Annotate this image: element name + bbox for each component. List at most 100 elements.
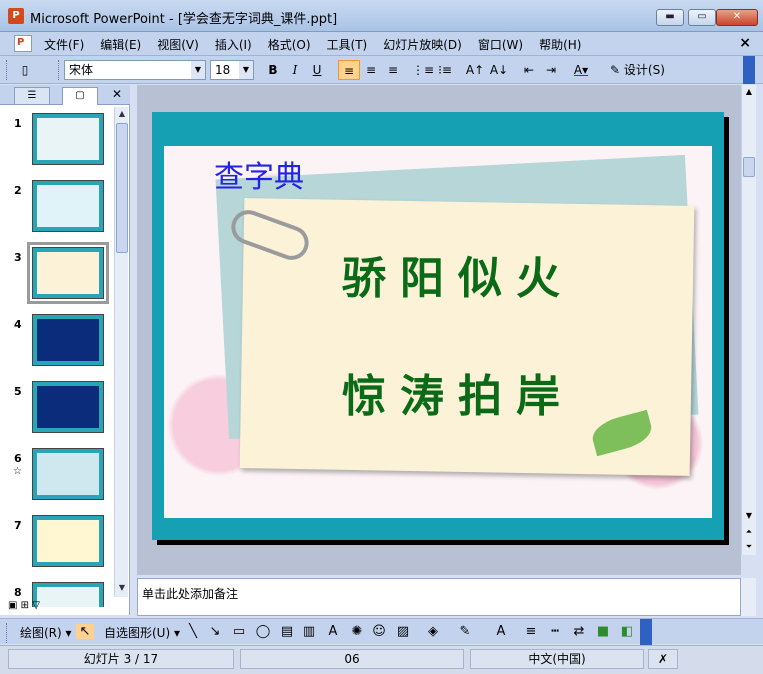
menu-help[interactable]: 帮助(H) bbox=[539, 36, 581, 53]
fill-color-icon[interactable]: ◈ bbox=[424, 624, 442, 639]
menu-tools[interactable]: 工具(T) bbox=[327, 36, 368, 53]
chevron-down-icon[interactable]: ▼ bbox=[191, 61, 205, 79]
thumbnail-row[interactable]: 4 bbox=[0, 308, 112, 368]
slide-thumbnail[interactable] bbox=[32, 314, 104, 366]
menu-window[interactable]: 窗口(W) bbox=[478, 36, 523, 53]
thumbnail-row[interactable]: 1 bbox=[0, 107, 112, 167]
align-left-icon[interactable]: ≡ bbox=[338, 60, 360, 80]
toolbar-options-icon[interactable] bbox=[640, 619, 652, 645]
arrow-icon[interactable]: ↘ bbox=[206, 624, 224, 639]
scroll-up-icon[interactable]: ▲ bbox=[115, 107, 129, 121]
menu-file[interactable]: 文件(F) bbox=[44, 36, 84, 53]
underline-button[interactable]: U bbox=[306, 60, 328, 80]
thumbnail-row[interactable]: 5 bbox=[0, 375, 112, 435]
align-center-icon[interactable]: ≡ bbox=[360, 60, 382, 80]
maximize-button[interactable]: ▭ bbox=[688, 9, 716, 26]
new-document-icon[interactable]: ▯ bbox=[14, 60, 36, 80]
align-right-icon[interactable]: ≡ bbox=[382, 60, 404, 80]
scroll-thumb[interactable] bbox=[743, 157, 755, 177]
toolbar-grip[interactable] bbox=[6, 623, 9, 643]
3d-style-icon[interactable]: ◧ bbox=[618, 624, 636, 639]
slide-title[interactable]: 查字典 bbox=[214, 152, 304, 196]
oval-icon[interactable]: ◯ bbox=[254, 624, 272, 639]
font-name-select[interactable]: 宋体 ▼ bbox=[64, 60, 206, 80]
slide-canvas[interactable]: 查字典 骄阳似火 惊涛拍岸 bbox=[152, 112, 724, 540]
slide-thumbnail[interactable] bbox=[32, 582, 104, 607]
bullets-icon[interactable]: ⁝≡ bbox=[434, 60, 456, 80]
slide-thumbnail[interactable] bbox=[32, 515, 104, 567]
thumbnail-number: 7 bbox=[14, 519, 22, 532]
slide-text-line1[interactable]: 骄阳似火 bbox=[342, 242, 574, 306]
next-slide-icon[interactable]: ⏷ bbox=[742, 540, 756, 554]
notes-scrollbar[interactable] bbox=[741, 578, 756, 616]
scroll-up-icon[interactable]: ▲ bbox=[742, 85, 756, 99]
scroll-down-icon[interactable]: ▼ bbox=[742, 509, 756, 523]
increase-indent-icon[interactable]: ⇥ bbox=[540, 60, 562, 80]
previous-slide-icon[interactable]: ⏶ bbox=[742, 525, 756, 539]
increase-font-icon[interactable]: A↑ bbox=[464, 60, 486, 80]
textbox-icon[interactable]: ▤ bbox=[278, 624, 296, 639]
spelling-icon[interactable]: ✗ bbox=[648, 649, 678, 669]
thumbnail-row[interactable]: 3 bbox=[0, 241, 112, 304]
italic-button[interactable]: I bbox=[284, 60, 306, 80]
font-size-select[interactable]: 18 ▼ bbox=[210, 60, 254, 80]
toolbar-options-icon[interactable] bbox=[743, 56, 755, 84]
tab-outline[interactable]: ☰ bbox=[14, 87, 50, 105]
line-color-icon[interactable]: ✎ bbox=[456, 624, 474, 639]
picture-icon[interactable]: ▨ bbox=[394, 624, 412, 639]
menu-view[interactable]: 视图(V) bbox=[157, 36, 199, 53]
slide-thumbnail[interactable] bbox=[32, 448, 104, 500]
chevron-down-icon[interactable]: ▼ bbox=[239, 61, 253, 79]
bold-button[interactable]: B bbox=[262, 60, 284, 80]
decrease-font-icon[interactable]: A↓ bbox=[488, 60, 510, 80]
clipart-icon[interactable]: ☺ bbox=[370, 624, 388, 639]
minimize-button[interactable]: ▬ bbox=[656, 9, 684, 26]
font-color-icon[interactable]: A▾ bbox=[570, 60, 592, 80]
autoshapes-menu-button[interactable]: 自选图形(U) ▾ bbox=[104, 624, 180, 641]
arrow-style-icon[interactable]: ⇄ bbox=[570, 624, 588, 639]
font-color-icon[interactable]: A bbox=[492, 624, 510, 639]
menu-format[interactable]: 格式(O) bbox=[268, 36, 311, 53]
menu-edit[interactable]: 编辑(E) bbox=[100, 36, 141, 53]
thumbnail-row[interactable]: 6 ☆ bbox=[0, 442, 112, 502]
thumbnail-scrollbar[interactable]: ▲ ▼ bbox=[114, 107, 128, 597]
line-icon[interactable]: ╲ bbox=[184, 624, 202, 639]
rectangle-icon[interactable]: ▭ bbox=[230, 624, 248, 639]
toolbar-grip[interactable] bbox=[6, 60, 9, 80]
shadow-style-icon[interactable]: ■ bbox=[594, 624, 612, 639]
slide-thumbnail-selected[interactable] bbox=[27, 242, 109, 304]
diagram-icon[interactable]: ✺ bbox=[348, 624, 366, 639]
slide-sorter-icon[interactable]: ⊞ bbox=[21, 600, 29, 611]
document-icon[interactable] bbox=[14, 35, 32, 52]
numbering-icon[interactable]: ⋮≡ bbox=[412, 60, 434, 80]
document-close-button[interactable]: × bbox=[739, 35, 751, 51]
slide-thumbnail[interactable] bbox=[32, 381, 104, 433]
powerpoint-app-icon[interactable]: P bbox=[8, 8, 24, 24]
normal-view-icon[interactable]: ▣ bbox=[8, 600, 17, 611]
scroll-down-icon[interactable]: ▼ bbox=[115, 581, 129, 595]
notes-pane[interactable]: 单击此处添加备注 bbox=[137, 578, 741, 616]
vertical-textbox-icon[interactable]: ▥ bbox=[300, 624, 318, 639]
menu-insert[interactable]: 插入(I) bbox=[215, 36, 252, 53]
draw-menu-button[interactable]: 绘图(R) ▾ bbox=[20, 624, 72, 641]
tab-slides[interactable]: ▢ bbox=[62, 87, 98, 105]
slide-text-line2[interactable]: 惊涛拍岸 bbox=[342, 360, 574, 424]
slideshow-view-icon[interactable]: ▽ bbox=[32, 600, 40, 611]
slide-thumbnail[interactable] bbox=[32, 113, 104, 165]
dash-style-icon[interactable]: ┅ bbox=[546, 624, 564, 639]
design-button[interactable]: ✎ 设计(S) bbox=[610, 61, 665, 78]
font-name-value: 宋体 bbox=[69, 63, 94, 77]
thumbnail-row[interactable]: 2 bbox=[0, 174, 112, 234]
thumbnail-row[interactable]: 7 bbox=[0, 509, 112, 569]
line-style-icon[interactable]: ≡ bbox=[522, 624, 540, 639]
close-button[interactable]: ✕ bbox=[716, 9, 758, 26]
menu-slideshow[interactable]: 幻灯片放映(D) bbox=[383, 36, 462, 53]
wordart-icon[interactable]: A bbox=[324, 624, 342, 639]
slide-thumbnail[interactable] bbox=[32, 180, 104, 232]
toolbar-grip[interactable] bbox=[58, 60, 61, 80]
scroll-thumb[interactable] bbox=[116, 123, 128, 253]
select-arrow-icon[interactable]: ↖ bbox=[76, 624, 94, 639]
slide-scrollbar[interactable]: ▲ ▼ ⏶ ⏷ bbox=[741, 85, 756, 555]
decrease-indent-icon[interactable]: ⇤ bbox=[518, 60, 540, 80]
pane-close-icon[interactable]: ✕ bbox=[112, 87, 122, 101]
